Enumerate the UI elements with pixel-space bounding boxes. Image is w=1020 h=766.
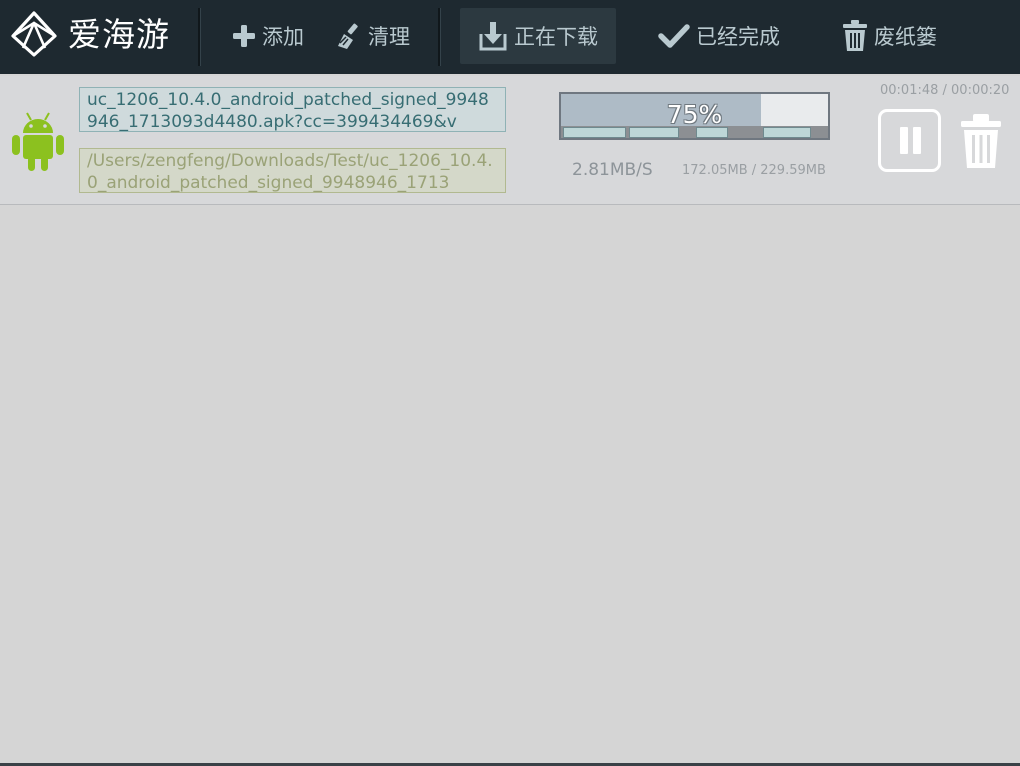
progress-percent: 75% — [666, 100, 723, 129]
plus-icon — [232, 24, 256, 48]
diamond-logo-icon — [11, 11, 57, 57]
tab-trash[interactable]: 废纸篓 — [842, 8, 952, 64]
clean-button[interactable]: 清理 — [334, 8, 418, 64]
toolbar-divider — [198, 8, 201, 66]
tab-completed[interactable]: 已经完成 — [658, 8, 798, 64]
download-size: 172.05MB / 229.59MB — [682, 163, 826, 178]
download-icon — [478, 20, 508, 52]
download-path[interactable]: /Users/zengfeng/Downloads/Test/uc_1206_1… — [79, 148, 506, 193]
android-icon — [12, 112, 64, 171]
download-url[interactable]: uc_1206_10.4.0_android_patched_signed_99… — [79, 87, 506, 132]
toolbar-divider — [438, 8, 441, 66]
checkmark-icon — [658, 23, 690, 49]
add-button[interactable]: 添加 — [232, 8, 318, 64]
toolbar: 爱海游 添加 清理 正在下载 已经完成 废纸篓 — [0, 0, 1020, 74]
tab-completed-label: 已经完成 — [696, 25, 780, 49]
add-button-label: 添加 — [262, 25, 304, 49]
trash-icon — [842, 20, 868, 52]
app-title: 爱海游 — [68, 15, 170, 54]
tab-trash-label: 废纸篓 — [874, 25, 937, 49]
tab-downloading-label: 正在下载 — [514, 25, 598, 49]
tab-downloading[interactable]: 正在下载 — [460, 8, 616, 64]
download-time: 00:01:48 / 00:00:20 — [880, 83, 1010, 98]
pause-button[interactable] — [878, 109, 941, 172]
progress-bar: 75% — [559, 92, 830, 140]
brush-icon — [334, 22, 362, 50]
clean-button-label: 清理 — [368, 25, 410, 49]
download-speed: 2.81MB/S — [572, 160, 653, 180]
delete-button[interactable] — [960, 113, 1002, 169]
trash-icon — [961, 114, 1001, 168]
